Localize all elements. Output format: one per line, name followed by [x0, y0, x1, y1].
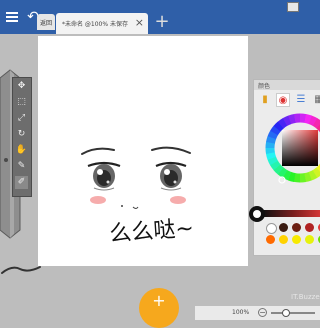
- nose-mark: [121, 205, 123, 207]
- rotate-icon[interactable]: ↻: [15, 128, 28, 141]
- sliders-icon[interactable]: ☰: [294, 93, 308, 107]
- toolbox: ✥ ⬚ ⤢ ↻ ✋ ✎ ✐: [12, 77, 32, 197]
- color-swatch[interactable]: [279, 235, 288, 244]
- status-bar: 100% −: [195, 306, 320, 320]
- zoom-slider[interactable]: [271, 309, 315, 317]
- color-swatch[interactable]: [266, 235, 275, 244]
- back-button[interactable]: 返回: [37, 14, 55, 30]
- color-panel-title: 颜色: [258, 83, 271, 90]
- plus-icon: +: [152, 291, 166, 310]
- color-swatch[interactable]: [292, 235, 301, 244]
- maximize-icon[interactable]: [287, 2, 299, 12]
- color-swatch[interactable]: [305, 223, 314, 232]
- handwritten-text: 么么哒~: [109, 216, 195, 247]
- back-label: 返回: [40, 20, 53, 27]
- window-controls: [284, 2, 318, 14]
- left-blush: [90, 196, 106, 204]
- drawing: 么么哒~: [81, 146, 195, 247]
- brush-stroke-decoration: [1, 266, 41, 274]
- color-wheel-icon[interactable]: ◉: [276, 93, 290, 107]
- hue-cursor: [278, 176, 286, 184]
- color-panel-header[interactable]: 颜色: [254, 80, 320, 90]
- new-tab-button[interactable]: +: [153, 13, 171, 32]
- color-panel: 颜色 ▮ ◉ ☰ ▦: [249, 79, 320, 256]
- menu-icon[interactable]: [6, 10, 18, 22]
- zoom-out-icon[interactable]: −: [258, 308, 267, 317]
- brightness-slider[interactable]: [249, 205, 320, 223]
- tab-untitled[interactable]: *未命名 @100% 未保存 ×: [56, 13, 148, 34]
- top-bar: ↶ 返回 *未命名 @100% 未保存 × +: [0, 0, 320, 34]
- zoom-knob[interactable]: [282, 309, 290, 317]
- right-eyebrow: [151, 146, 191, 154]
- watermark: IT.Buzzer: [291, 293, 320, 301]
- move-icon[interactable]: ✥: [15, 80, 28, 93]
- color-wheel[interactable]: [258, 110, 320, 202]
- select-icon[interactable]: ⬚: [15, 96, 28, 109]
- add-button[interactable]: +: [139, 288, 179, 328]
- eyedropper-icon[interactable]: ✎: [15, 160, 28, 173]
- close-tab-icon[interactable]: ×: [135, 16, 144, 29]
- mouth-mark: [132, 206, 139, 209]
- color-swatch[interactable]: [305, 235, 314, 244]
- transform-icon[interactable]: ⤢: [15, 112, 28, 125]
- color-swatch[interactable]: [292, 223, 301, 232]
- color-swatch[interactable]: [279, 223, 288, 232]
- left-eyebrow: [81, 147, 115, 155]
- left-eye: [87, 161, 121, 191]
- brush-icon[interactable]: ✐: [15, 176, 28, 189]
- color-swatch[interactable]: [266, 223, 277, 234]
- swatches-icon[interactable]: ▦: [312, 93, 320, 107]
- hand-icon[interactable]: ✋: [15, 144, 28, 157]
- tab-title: *未命名 @100% 未保存: [62, 21, 128, 28]
- zoom-label: 100%: [232, 309, 250, 316]
- right-blush: [170, 196, 186, 204]
- palette-icon[interactable]: ▮: [258, 93, 272, 107]
- drawing-canvas[interactable]: 么么哒~: [38, 36, 248, 266]
- right-eye: [155, 161, 187, 191]
